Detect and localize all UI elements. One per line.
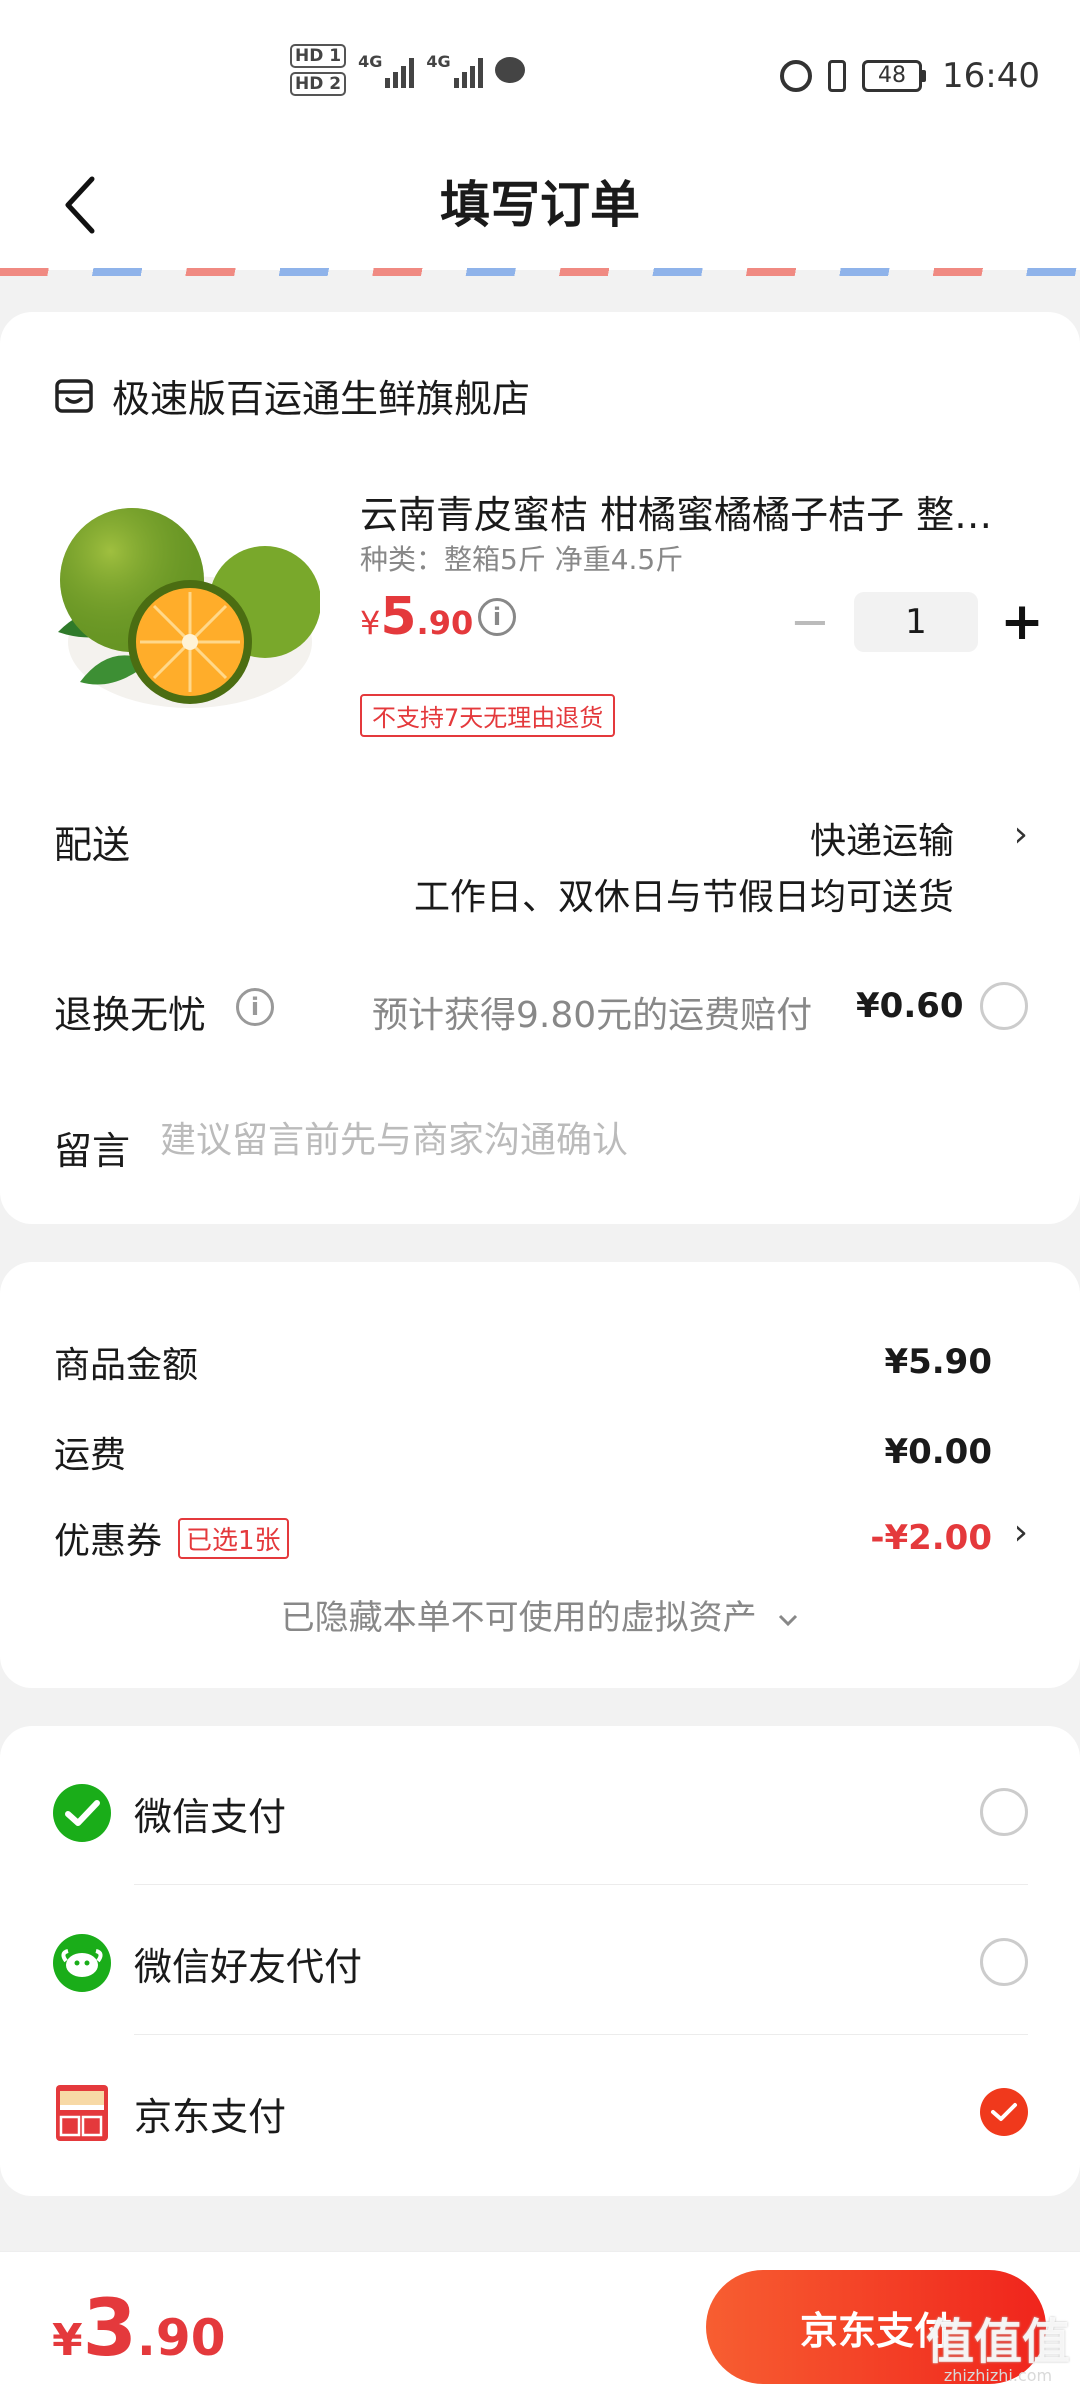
product-price: ¥ 5 .90: [360, 587, 473, 647]
delivery-description: 工作日、双休日与节假日均可送货: [413, 877, 954, 918]
hd1-badge: HD 1: [290, 44, 347, 68]
store-header[interactable]: 极速版百运通生鲜旗舰店: [54, 368, 530, 423]
wechat-friend-pay-icon: [53, 1934, 111, 1992]
payment-radio-checked[interactable]: [980, 2088, 1028, 2136]
watermark: 值值值 zhizhizhi.com: [926, 2316, 1070, 2384]
navigation-header: 填写订单: [0, 140, 1080, 270]
shipping-value: ¥0.00: [884, 1432, 992, 1472]
hd2-badge: HD 2: [290, 72, 347, 96]
price-summary-card: 商品金额 ¥5.90 运费 ¥0.00 优惠券 已选1张 -¥2.00 › 已隐…: [0, 1262, 1080, 1688]
page-title: 填写订单: [440, 176, 640, 234]
battery-level: 48: [862, 60, 923, 92]
payment-option-label: 微信好友代付: [134, 1945, 363, 1989]
return-service-label: 退换无忧: [54, 993, 207, 1037]
chevron-down-icon: [779, 1614, 798, 1626]
payment-option-label: 京东支付: [134, 2095, 287, 2139]
signal-2-icon: 4G: [426, 52, 483, 88]
message-notification-icon: [494, 57, 525, 83]
hd-badges: HD 1 HD 2: [290, 44, 347, 96]
no-return-tag: 不支持7天无理由退货: [360, 694, 616, 737]
shipping-label: 运费: [54, 1435, 127, 1476]
jd-pay-icon: [56, 2085, 108, 2141]
clock: 16:40: [942, 56, 1040, 96]
price-currency: ¥: [360, 604, 381, 642]
coupon-discount-value: -¥2.00: [870, 1518, 992, 1558]
address-border-decoration: [0, 268, 1080, 276]
watermark-text: 值值值: [925, 2314, 1070, 2370]
return-service-info-icon[interactable]: i: [236, 988, 274, 1026]
store-name: 极速版百运通生鲜旗舰店: [112, 377, 531, 421]
vibrate-icon: [828, 60, 847, 92]
coupon-row[interactable]: 优惠券 已选1张 -¥2.00: [54, 1512, 992, 1564]
network-type-1: 4G: [358, 52, 383, 71]
message-label: 留言: [54, 1129, 131, 1173]
total-integer: 3: [82, 2284, 137, 2374]
payment-radio[interactable]: [980, 1788, 1028, 1836]
store-icon: [55, 378, 93, 413]
delivery-method[interactable]: 快递运输: [810, 812, 954, 864]
delivery-label: 配送: [54, 823, 131, 867]
payment-option-wechat-friend[interactable]: 微信好友代付: [0, 1884, 1080, 2034]
total-decimal: .90: [136, 2309, 226, 2367]
payment-option-wechat[interactable]: 微信支付: [0, 1734, 1080, 1884]
payment-option-jd[interactable]: 京东支付: [0, 2034, 1080, 2184]
order-item-card: 极速版百运通生鲜旗舰店 云南青皮蜜桔 柑橘蜜橘橘子桔子 整… 种类：整箱5斤 净…: [0, 312, 1080, 1224]
coupon-label-group: 优惠券 已选1张: [54, 1512, 289, 1564]
network-indicators: HD 1 HD 2 4G 4G: [290, 44, 525, 96]
message-input[interactable]: [160, 1112, 1020, 1168]
total-currency: ¥: [52, 2315, 83, 2366]
return-service-description: 预计获得9.80元的运费赔付: [372, 995, 813, 1036]
payment-methods-card: 微信支付 微信好友代付 京东支付: [0, 1726, 1080, 2196]
return-service-price: ¥0.60: [856, 986, 964, 1026]
price-decimal: .90: [416, 604, 474, 642]
delivery-chevron-icon[interactable]: ›: [1014, 814, 1028, 855]
price-info-icon[interactable]: i: [478, 598, 516, 636]
hidden-assets-text: 已隐藏本单不可使用的虚拟资产: [280, 1598, 757, 1638]
price-integer: 5: [380, 587, 417, 647]
battery-icon: 48: [862, 60, 927, 92]
alarm-icon: [780, 60, 813, 92]
shipping-row: 运费 ¥0.00: [54, 1426, 992, 1478]
order-total: ¥ 3 .90: [52, 2284, 225, 2374]
status-bar: HD 1 HD 2 4G 4G 48 16:40: [0, 0, 1080, 140]
system-indicators: 48 16:40: [780, 56, 1040, 96]
return-service-radio[interactable]: [980, 982, 1028, 1030]
goods-amount-value: ¥5.90: [884, 1342, 992, 1382]
decrease-quantity-button[interactable]: −: [780, 592, 840, 652]
product-image[interactable]: [50, 492, 320, 722]
increase-quantity-button[interactable]: +: [992, 592, 1052, 652]
payment-option-label: 微信支付: [134, 1795, 287, 1839]
network-type-2: 4G: [426, 52, 451, 71]
quantity-value[interactable]: 1: [854, 592, 978, 652]
wechat-pay-icon: [53, 1784, 111, 1842]
goods-amount-label: 商品金额: [54, 1345, 199, 1386]
watermark-url: zhizhizhi.com: [943, 2366, 1053, 2385]
product-title[interactable]: 云南青皮蜜桔 柑橘蜜橘橘子桔子 整…: [360, 484, 1010, 539]
signal-1-icon: 4G: [358, 52, 415, 88]
payment-radio[interactable]: [980, 1938, 1028, 1986]
coupon-chevron-icon[interactable]: ›: [1014, 1512, 1028, 1553]
hidden-assets-toggle[interactable]: 已隐藏本单不可使用的虚拟资产: [0, 1590, 1080, 1639]
quantity-stepper: − 1 +: [780, 592, 1052, 652]
checkmark-icon: [991, 2103, 1017, 2121]
goods-amount-row: 商品金额 ¥5.90: [54, 1336, 992, 1388]
product-spec: 种类：整箱5斤 净重4.5斤: [360, 543, 684, 576]
coupon-label: 优惠券: [54, 1521, 163, 1562]
coupon-selected-tag: 已选1张: [178, 1517, 289, 1559]
checkout-bar: ¥ 3 .90 京东支付: [0, 2252, 1080, 2400]
